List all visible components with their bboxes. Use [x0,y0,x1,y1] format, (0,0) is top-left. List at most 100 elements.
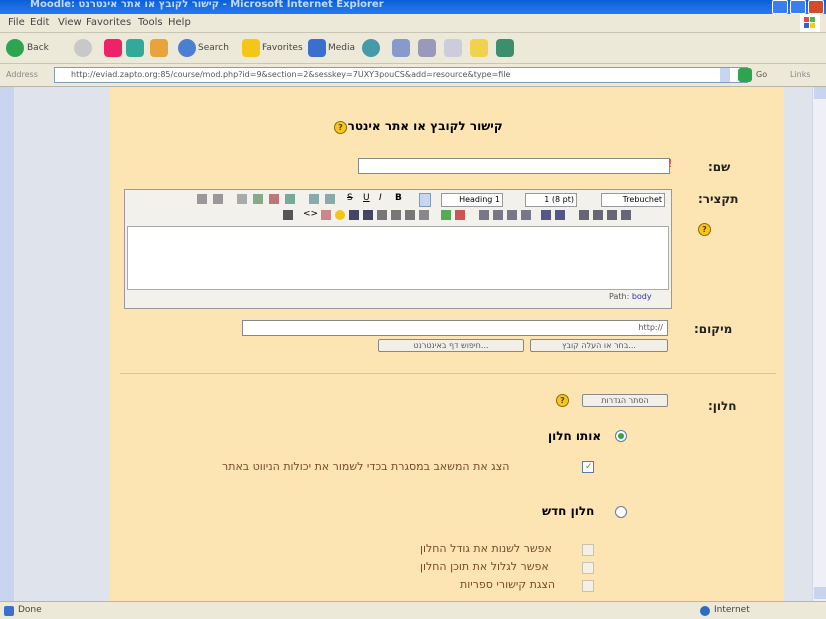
align-left-icon[interactable] [593,210,603,220]
summary-textarea[interactable] [127,226,669,290]
size-select[interactable]: 1 (8 pt) [525,193,577,207]
media-label[interactable]: Media [328,43,355,53]
location-label: מיקום: [694,322,733,336]
links-label[interactable]: Links [790,70,811,79]
search-icon[interactable] [178,39,196,57]
resource-form-panel: קישור לקובץ או אתר אינטרנט ? שם: ! תקציר… [110,87,784,601]
background-color-icon[interactable] [441,210,451,220]
choose-file-button[interactable]: בחר או העלה קובץ... [530,339,668,352]
back-arrow-icon[interactable] [6,39,24,57]
copy-icon[interactable] [285,194,295,204]
link-icon[interactable] [377,210,387,220]
redo-icon[interactable] [197,194,207,204]
italic-icon[interactable]: I [379,193,382,203]
allow-scroll-checkbox[interactable] [582,562,594,574]
name-input[interactable] [358,158,670,174]
edit-icon[interactable] [444,39,462,57]
text-color-icon[interactable] [455,210,465,220]
go-label[interactable]: Go [756,70,767,79]
scroll-down-arrow-icon[interactable] [814,587,826,599]
underline-icon[interactable]: U [363,193,370,203]
address-input[interactable]: http://eviad.zapto.org:85/course/mod.php… [54,67,748,83]
location-input[interactable]: http:// [242,320,668,336]
hide-settings-button[interactable]: הסתר הגדרות [582,394,668,407]
menu-tools[interactable]: Tools [138,17,163,28]
html-editor[interactable]: Trebuchet 1 (8 pt) Heading 1 B I U S <> … [124,189,672,309]
favorites-label[interactable]: Favorites [262,43,303,53]
window-title: Moodle: קישור לקובץ או אתר אינטרנט - Mic… [30,0,384,10]
forward-arrow-icon[interactable] [74,39,92,57]
directory-links-label: הצגת קישורי ספריות [460,578,556,591]
close-button[interactable] [808,0,824,14]
menu-edit[interactable]: Edit [30,17,49,28]
path-body-link[interactable]: body [632,292,652,301]
paste-icon[interactable] [253,194,263,204]
justify-icon[interactable] [579,210,589,220]
unlink-icon[interactable] [391,210,401,220]
indent-icon[interactable] [479,210,489,220]
minimize-button[interactable] [772,0,788,14]
table-icon[interactable] [363,210,373,220]
allow-resize-checkbox[interactable] [582,544,594,556]
address-url: http://eviad.zapto.org:85/course/mod.php… [71,70,511,79]
dropdown-icon[interactable] [419,193,431,207]
window-help-icon[interactable]: ? [556,394,569,407]
directory-links-checkbox[interactable] [582,580,594,592]
bold-icon[interactable]: B [395,193,402,203]
vertical-scrollbar[interactable] [812,87,826,601]
menu-favorites[interactable]: Favorites [86,17,131,28]
favorites-star-icon[interactable] [242,39,260,57]
same-window-radio[interactable] [615,430,627,442]
mail-icon[interactable] [392,39,410,57]
menu-view[interactable]: View [58,17,82,28]
undo-icon[interactable] [213,194,223,204]
show-in-frame-checkbox[interactable]: ✓ [582,461,594,473]
anchor-icon[interactable] [405,210,415,220]
fullscreen-icon[interactable] [283,210,293,220]
scroll-up-arrow-icon[interactable] [814,87,826,99]
search-web-button[interactable]: חיפוש דף באינטרנט... [378,339,524,352]
address-bar: Address http://eviad.zapto.org:85/course… [0,64,826,87]
media-icon[interactable] [308,39,326,57]
superscript-icon[interactable] [325,194,335,204]
cut-icon[interactable] [269,194,279,204]
font-select[interactable]: Trebuchet [601,193,665,207]
go-arrow-icon[interactable] [738,68,752,82]
clean-icon[interactable] [237,194,247,204]
subscript-icon[interactable] [309,194,319,204]
help-icon[interactable]: ? [334,121,347,134]
menu-help[interactable]: Help [168,17,191,28]
summary-help-icon[interactable]: ? [698,223,711,236]
align-center-icon[interactable] [607,210,617,220]
outdent-icon[interactable] [493,210,503,220]
align-right-icon[interactable] [621,210,631,220]
home-icon[interactable] [150,39,168,57]
messenger-icon[interactable] [496,39,514,57]
ltr-icon[interactable] [555,210,565,220]
stop-icon[interactable] [104,39,122,57]
folder-icon[interactable] [470,39,488,57]
address-label: Address [6,70,38,79]
smiley-icon[interactable] [335,210,345,220]
search-label[interactable]: Search [198,43,229,53]
refresh-icon[interactable] [126,39,144,57]
print-icon[interactable] [418,39,436,57]
style-select[interactable]: Heading 1 [441,193,503,207]
rtl-icon[interactable] [541,210,551,220]
back-label[interactable]: Back [27,43,49,53]
bullet-list-icon[interactable] [507,210,517,220]
maximize-button[interactable] [790,0,806,14]
standard-toolbar: Back Search Favorites Media [0,33,826,64]
horizontal-rule-icon[interactable] [419,210,429,220]
address-dropdown-icon[interactable] [720,68,730,82]
history-icon[interactable] [362,39,380,57]
new-window-radio[interactable] [615,506,627,518]
image-icon[interactable] [349,210,359,220]
html-source-icon[interactable]: <> [303,209,318,219]
ordered-list-icon[interactable] [521,210,531,220]
show-in-frame-label: הצג את המשאב במסגרת בכדי לשמור את יכולות… [222,460,510,473]
special-char-icon[interactable] [321,210,331,220]
globe-icon [700,606,710,616]
strikethrough-icon[interactable]: S [347,193,353,203]
menu-file[interactable]: File [8,17,25,28]
